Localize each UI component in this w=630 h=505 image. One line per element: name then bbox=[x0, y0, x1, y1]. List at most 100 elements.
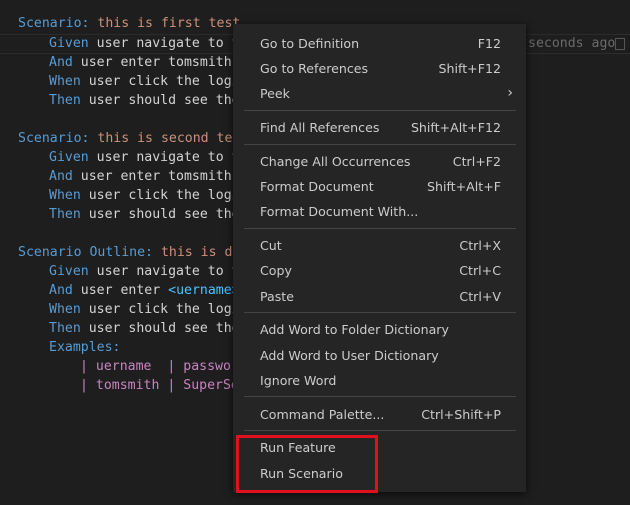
menu-item-label: Format Document bbox=[260, 179, 374, 194]
scenario-keyword: Scenario: bbox=[18, 16, 90, 31]
step-line[interactable]: When user click the logi bbox=[49, 72, 240, 91]
table-row[interactable]: | tomsmith | SuperSe bbox=[80, 376, 239, 395]
menu-item-format-document-with[interactable]: Format Document With... bbox=[233, 200, 526, 224]
menu-item-command-palette[interactable]: Command Palette... Ctrl+Shift+P bbox=[233, 403, 526, 427]
menu-item-shortcut: Ctrl+F2 bbox=[452, 154, 501, 169]
step-keyword: Given bbox=[49, 264, 89, 279]
step-text: user click the logi bbox=[88, 302, 240, 317]
menu-separator bbox=[244, 312, 516, 313]
menu-item-label: Peek bbox=[260, 86, 290, 101]
scenario-title: this is da bbox=[160, 245, 241, 260]
menu-separator bbox=[244, 144, 516, 145]
step-text: user navigate to t bbox=[96, 264, 240, 279]
step-text: user navigate to t bbox=[96, 36, 240, 51]
step-line[interactable]: Given user navigate to t bbox=[49, 262, 240, 281]
menu-item-label: Add Word to Folder Dictionary bbox=[260, 322, 449, 337]
table-row[interactable]: | uername | passwor bbox=[80, 357, 239, 376]
menu-item-shortcut: Ctrl+Shift+P bbox=[421, 407, 501, 422]
step-parameter: <uername> bbox=[168, 283, 240, 298]
step-line[interactable]: And user enter <uername> bbox=[49, 281, 240, 300]
menu-item-label: Change All Occurrences bbox=[260, 154, 411, 169]
menu-item-label: Find All References bbox=[260, 120, 380, 135]
menu-item-copy[interactable]: Copy Ctrl+C bbox=[233, 259, 526, 283]
menu-item-label: Copy bbox=[260, 263, 292, 278]
table-cell: passwor bbox=[183, 359, 239, 374]
menu-item-peek[interactable]: Peek › bbox=[233, 82, 526, 106]
menu-item-go-to-references[interactable]: Go to References Shift+F12 bbox=[233, 57, 526, 81]
step-text: user enter tomsmith bbox=[80, 55, 232, 70]
scenario-title: this is second tes bbox=[97, 131, 241, 146]
step-keyword: Then bbox=[49, 321, 81, 336]
step-text: user navigate to t bbox=[96, 150, 240, 165]
menu-item-label: Add Word to User Dictionary bbox=[260, 348, 439, 363]
step-line[interactable]: Given user navigate to t bbox=[49, 34, 240, 53]
examples-keyword[interactable]: Examples: bbox=[49, 338, 120, 357]
scenario-outline-line[interactable]: Scenario Outline: this is da bbox=[18, 243, 240, 262]
menu-item-change-all-occurrences[interactable]: Change All Occurrences Ctrl+F2 bbox=[233, 150, 526, 174]
step-text: user should see the bbox=[88, 321, 240, 336]
step-line[interactable]: Then user should see the bbox=[49, 91, 240, 110]
scenario-title: this is first test bbox=[97, 16, 241, 31]
menu-item-label: Cut bbox=[260, 238, 282, 253]
step-keyword: And bbox=[49, 169, 73, 184]
step-keyword: Then bbox=[49, 93, 81, 108]
menu-item-label: Command Palette... bbox=[260, 407, 385, 422]
table-cell: uername bbox=[95, 359, 160, 374]
menu-item-format-document[interactable]: Format Document Shift+Alt+F bbox=[233, 175, 526, 199]
step-keyword: Given bbox=[49, 36, 89, 51]
menu-item-shortcut: F12 bbox=[477, 36, 501, 51]
step-line[interactable]: And user enter tomsmith bbox=[49, 167, 232, 186]
menu-item-label: Go to References bbox=[260, 61, 369, 76]
menu-item-go-to-definition[interactable]: Go to Definition F12 bbox=[233, 32, 526, 56]
menu-item-shortcut: Ctrl+X bbox=[459, 238, 501, 253]
step-keyword: And bbox=[49, 283, 73, 298]
scenario-keyword: Scenario Outline: bbox=[18, 245, 153, 260]
step-line[interactable]: And user enter tomsmith bbox=[49, 53, 232, 72]
menu-item-label: Format Document With... bbox=[260, 204, 419, 219]
step-keyword: When bbox=[49, 302, 81, 317]
menu-item-paste[interactable]: Paste Ctrl+V bbox=[233, 285, 526, 309]
menu-item-find-all-references[interactable]: Find All References Shift+Alt+F12 bbox=[233, 116, 526, 140]
context-menu: Go to Definition F12 Go to References Shif… bbox=[233, 24, 526, 492]
menu-item-label: Go to Definition bbox=[260, 36, 360, 51]
menu-item-shortcut: Ctrl+C bbox=[459, 263, 501, 278]
menu-separator bbox=[244, 228, 516, 229]
step-line[interactable]: Given user navigate to t bbox=[49, 148, 240, 167]
step-text: user enter tomsmith bbox=[80, 169, 232, 184]
step-keyword: Then bbox=[49, 207, 81, 222]
menu-item-label: Ignore Word bbox=[260, 373, 337, 388]
step-keyword: When bbox=[49, 188, 81, 203]
step-line[interactable]: Then user should see the bbox=[49, 205, 240, 224]
step-keyword: When bbox=[49, 74, 81, 89]
step-line[interactable]: Then user should see the bbox=[49, 319, 240, 338]
step-text: user click the logi bbox=[88, 74, 240, 89]
menu-item-ignore-word[interactable]: Ignore Word bbox=[233, 369, 526, 393]
menu-item-label: Paste bbox=[260, 289, 294, 304]
chevron-right-icon: › bbox=[507, 85, 513, 101]
menu-item-add-word-to-user-dictionary[interactable]: Add Word to User Dictionary bbox=[233, 344, 526, 368]
step-keyword: And bbox=[49, 55, 73, 70]
menu-item-cut[interactable]: Cut Ctrl+X bbox=[233, 234, 526, 258]
menu-item-shortcut: Ctrl+V bbox=[459, 289, 501, 304]
step-text: user should see the bbox=[88, 207, 240, 222]
step-line[interactable]: When user click the logi bbox=[49, 186, 240, 205]
red-highlight-box bbox=[236, 435, 378, 493]
scenario-line[interactable]: Scenario: this is second tes bbox=[18, 129, 240, 148]
menu-item-shortcut: Shift+F12 bbox=[438, 61, 501, 76]
step-text: user should see the bbox=[88, 93, 240, 108]
table-cell: tomsmith bbox=[95, 378, 160, 393]
step-keyword: Given bbox=[49, 150, 89, 165]
scenario-line[interactable]: Scenario: this is first test bbox=[18, 14, 240, 33]
table-cell: SuperSe bbox=[183, 378, 239, 393]
step-text: user enter bbox=[80, 283, 169, 298]
menu-separator bbox=[244, 430, 516, 431]
menu-separator bbox=[244, 396, 516, 397]
step-text: user click the logi bbox=[88, 188, 240, 203]
step-line[interactable]: When user click the logi bbox=[49, 300, 240, 319]
menu-separator bbox=[244, 110, 516, 111]
menu-item-shortcut: Shift+Alt+F bbox=[426, 179, 501, 194]
scrollbar-marker[interactable] bbox=[615, 38, 625, 50]
menu-item-add-word-to-folder-dictionary[interactable]: Add Word to Folder Dictionary bbox=[233, 318, 526, 342]
git-blame-annotation: seconds ago bbox=[528, 36, 616, 51]
scenario-keyword: Scenario: bbox=[18, 131, 90, 146]
